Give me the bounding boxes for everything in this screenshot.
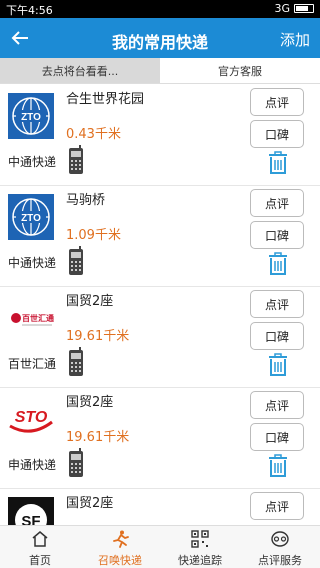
status-icons: 3G (274, 2, 314, 15)
koubei-button[interactable]: 口碑 (250, 423, 304, 451)
status-bar: 下午4:56 3G (0, 0, 320, 18)
tabbar-item-call-courier[interactable]: 召唤快递 (80, 526, 160, 568)
courier-distance: 0.43千米 (66, 127, 121, 142)
courier-row[interactable]: 百世汇通 国贸2座 19.61千米 百世汇通 点评 口碑 (0, 287, 320, 388)
trash-icon[interactable] (268, 454, 288, 478)
courier-company: 中通快递 (8, 256, 57, 270)
tabbar-label: 首页 (29, 554, 51, 567)
review-icon (271, 531, 289, 547)
qrcode-icon (191, 530, 209, 548)
courier-company: 中通快递 (8, 155, 57, 169)
courier-company: 申通快递 (8, 458, 57, 472)
tab-browse[interactable]: 去点将台看看... (0, 58, 160, 83)
status-time: 下午4:56 (6, 4, 53, 17)
courier-location: 合生世界花园 (66, 92, 145, 107)
svg-text:ZTO: ZTO (21, 213, 41, 224)
svg-text:ZTO: ZTO (21, 112, 41, 123)
bottom-tab-bar: 首页 召唤快递 快递追踪 点评服务 (0, 525, 320, 568)
tabbar-label: 点评服务 (258, 554, 302, 567)
courier-distance: 19.61千米 (66, 430, 130, 445)
runner-icon (113, 530, 129, 548)
tabbar-item-review-service[interactable]: 点评服务 (240, 526, 320, 568)
phone-icon[interactable] (66, 448, 86, 478)
courier-distance: 19.61千米 (66, 329, 130, 344)
page-title: 我的常用快递 (111, 33, 208, 52)
add-button[interactable]: 添加 (280, 29, 310, 50)
tab-official-service[interactable]: 官方客服 (160, 58, 320, 83)
koubei-button[interactable]: 口碑 (250, 322, 304, 350)
courier-distance: 1.09千米 (66, 228, 121, 243)
svg-text:STO: STO (15, 409, 48, 426)
svg-text:百世汇通: 百世汇通 (22, 313, 54, 323)
tab-strip: 去点将台看看... 官方客服 (0, 58, 320, 84)
koubei-button[interactable]: 口碑 (250, 120, 304, 148)
sf-logo: SF (8, 497, 54, 525)
phone-icon[interactable] (66, 246, 86, 276)
courier-location: 国贸2座 (66, 294, 114, 309)
tabbar-item-home[interactable]: 首页 (0, 526, 80, 568)
review-button[interactable]: 点评 (250, 88, 304, 116)
courier-location: 国贸2座 (66, 395, 114, 410)
network-label: 3G (274, 2, 290, 15)
phone-icon[interactable] (66, 145, 86, 175)
review-button[interactable]: 点评 (250, 391, 304, 419)
zto-logo: ZTO (8, 194, 54, 240)
trash-icon[interactable] (268, 252, 288, 276)
tabbar-label: 快递追踪 (178, 554, 222, 567)
battery-icon (294, 4, 314, 13)
review-button[interactable]: 点评 (250, 189, 304, 217)
courier-company: 百世汇通 (8, 357, 57, 371)
courier-row[interactable]: ZTO 马驹桥 1.09千米 中通快递 点评口碑 (0, 186, 320, 287)
courier-row[interactable]: STO 国贸2座 19.61千米 申通快递 点评口碑 (0, 388, 320, 489)
sto-logo: STO (9, 409, 53, 433)
review-button[interactable]: 点评 (250, 492, 304, 520)
courier-location: 马驹桥 (66, 193, 106, 208)
best-express-logo: 百世汇通 (11, 313, 54, 326)
svg-text:SF: SF (21, 513, 40, 525)
courier-row[interactable]: SF 国贸2座 点评 (0, 489, 320, 525)
trash-icon[interactable] (268, 151, 288, 175)
zto-logo: ZTO (8, 93, 54, 139)
review-button[interactable]: 点评 (250, 290, 304, 318)
home-icon (32, 531, 48, 547)
courier-location: 国贸2座 (66, 496, 114, 511)
trash-icon[interactable] (268, 353, 288, 377)
courier-row[interactable]: ZTO 合生世界花园 0.43千米 中通快递 点评口碑 (0, 85, 320, 186)
koubei-button[interactable]: 口碑 (250, 221, 304, 249)
tabbar-item-tracking[interactable]: 快递追踪 (160, 526, 240, 568)
phone-icon[interactable] (66, 347, 86, 377)
tabbar-label: 召唤快递 (98, 554, 142, 567)
courier-list: ZTO 合生世界花园 0.43千米 中通快递 点评 口碑 ZTO 马驹桥 1.09千米 中通快递点… (0, 85, 320, 525)
header-bar: 我的常用快递 添加 (0, 18, 320, 58)
